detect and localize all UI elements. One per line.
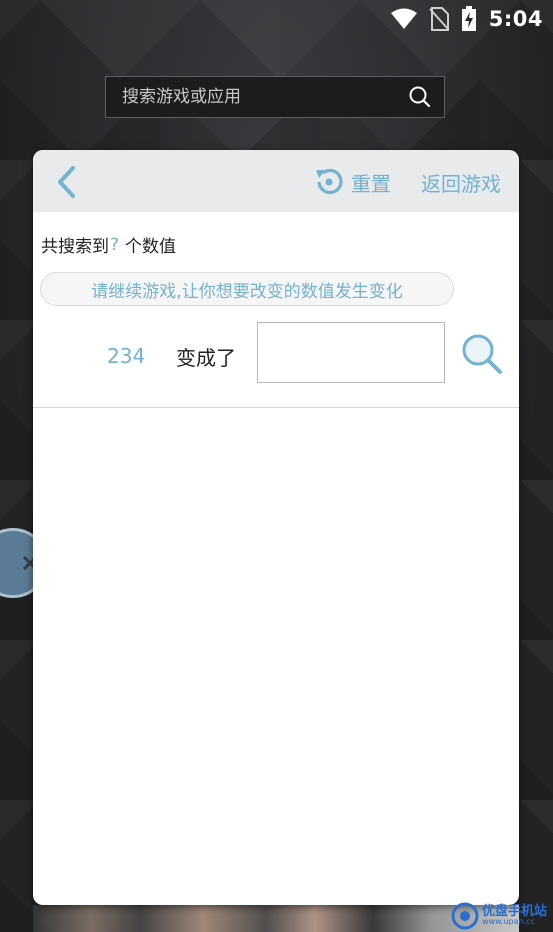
no-sim-icon (429, 7, 449, 31)
hint-message: 请继续游戏,让你想要改变的数值发生变化 (40, 272, 454, 306)
divider (33, 407, 519, 408)
back-button[interactable] (47, 162, 87, 202)
status-icons: 5:04 (390, 6, 543, 32)
new-value-input[interactable] (257, 322, 445, 383)
search-count-line: 共搜索到 ? 个数值 (41, 232, 177, 258)
watermark: 优盘手机站 www.upan.cc (450, 900, 547, 930)
watermark-text-block: 优盘手机站 www.upan.cc (482, 905, 547, 926)
count-suffix: 个数值 (125, 237, 177, 257)
chevron-left-icon (58, 166, 75, 198)
search-bar[interactable] (105, 76, 445, 118)
value-change-row: 234 变成了 (33, 322, 519, 384)
wifi-icon (390, 8, 417, 29)
value-search-dialog: 重置 返回游戏 共搜索到 ? 个数值 请继续游戏,让你想要改变的数值发生变化 2… (33, 150, 519, 905)
search-input[interactable] (120, 86, 408, 108)
battery-charging-icon (461, 6, 476, 31)
status-time: 5:04 (488, 7, 543, 31)
watermark-text: 优盘手机站 (481, 903, 547, 919)
current-value: 234 (107, 344, 146, 368)
watermark-logo-icon (451, 902, 479, 930)
dialog-header: 重置 返回游戏 (33, 150, 519, 212)
search-icon[interactable] (408, 85, 432, 109)
changed-to-label: 变成了 (176, 346, 236, 370)
return-to-game-label: 返回游戏 (421, 171, 501, 196)
reset-icon (316, 168, 343, 195)
watermark-url: www.upan.cc (481, 916, 535, 926)
return-to-game-button[interactable]: 返回游戏 (421, 165, 501, 199)
magnifier-search-icon[interactable] (460, 332, 504, 376)
count-prefix: 共搜索到 (41, 237, 109, 257)
status-bar: 5:04 (0, 0, 553, 38)
reset-label: 重置 (351, 171, 391, 196)
background-game-preview (33, 905, 519, 932)
reset-button[interactable]: 重置 (313, 165, 391, 199)
count-value: ? (110, 234, 120, 255)
